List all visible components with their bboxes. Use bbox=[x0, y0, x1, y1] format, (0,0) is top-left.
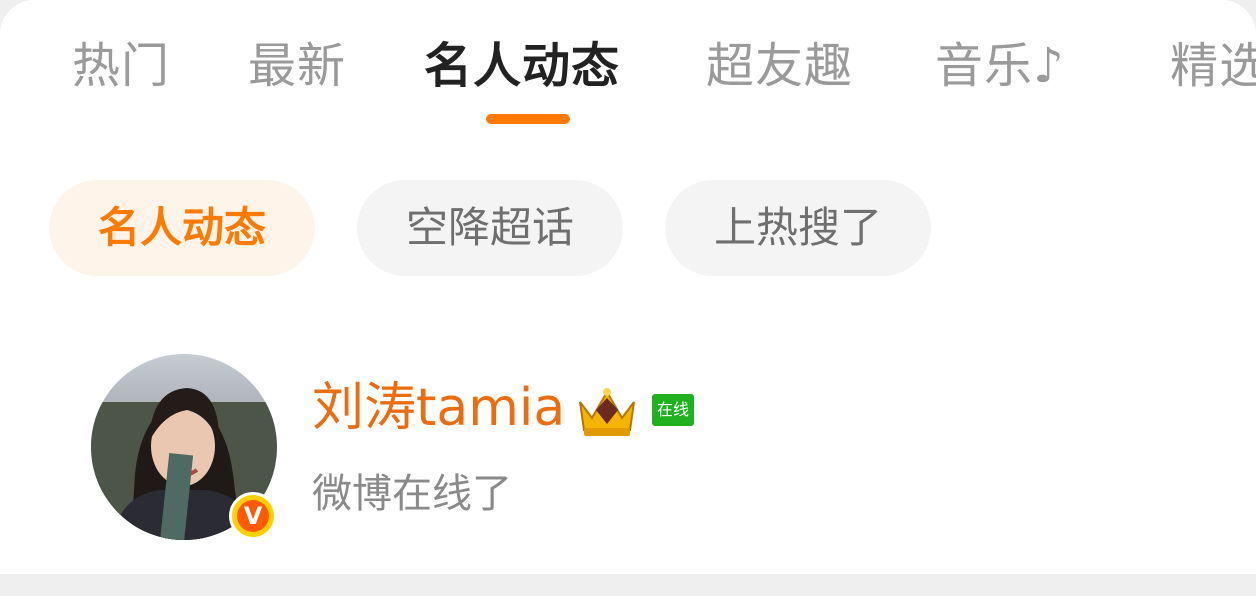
tab-celebrity-updates[interactable]: 名人动态 bbox=[424, 36, 620, 96]
verified-v-icon: V bbox=[237, 500, 269, 532]
top-tab-bar: 热门 最新 名人动态 超友趣 音乐♪ 精选 bbox=[0, 24, 1256, 114]
tab-featured[interactable]: 精选 bbox=[1170, 36, 1256, 96]
tab-hot[interactable]: 热门 bbox=[72, 36, 170, 96]
chip-supertopic[interactable]: 空降超话 bbox=[357, 180, 623, 276]
tab-latest[interactable]: 最新 bbox=[248, 36, 346, 96]
online-tag: 在线 bbox=[652, 394, 694, 426]
chip-celebrity-updates[interactable]: 名人动态 bbox=[49, 180, 315, 276]
tab-music[interactable]: 音乐♪ bbox=[935, 36, 1065, 96]
username[interactable]: 刘涛tamia bbox=[312, 376, 565, 440]
status-text: 微博在线了 bbox=[312, 471, 512, 517]
active-tab-indicator bbox=[486, 114, 570, 124]
verified-badge: V bbox=[229, 492, 277, 540]
tab-super-fun[interactable]: 超友趣 bbox=[706, 36, 853, 96]
feed-card: 热门 最新 名人动态 超友趣 音乐♪ 精选 名人动态 空降超话 上热搜了 V 刘… bbox=[0, 0, 1256, 574]
chip-trending[interactable]: 上热搜了 bbox=[665, 180, 931, 276]
crown-icon bbox=[579, 388, 635, 436]
